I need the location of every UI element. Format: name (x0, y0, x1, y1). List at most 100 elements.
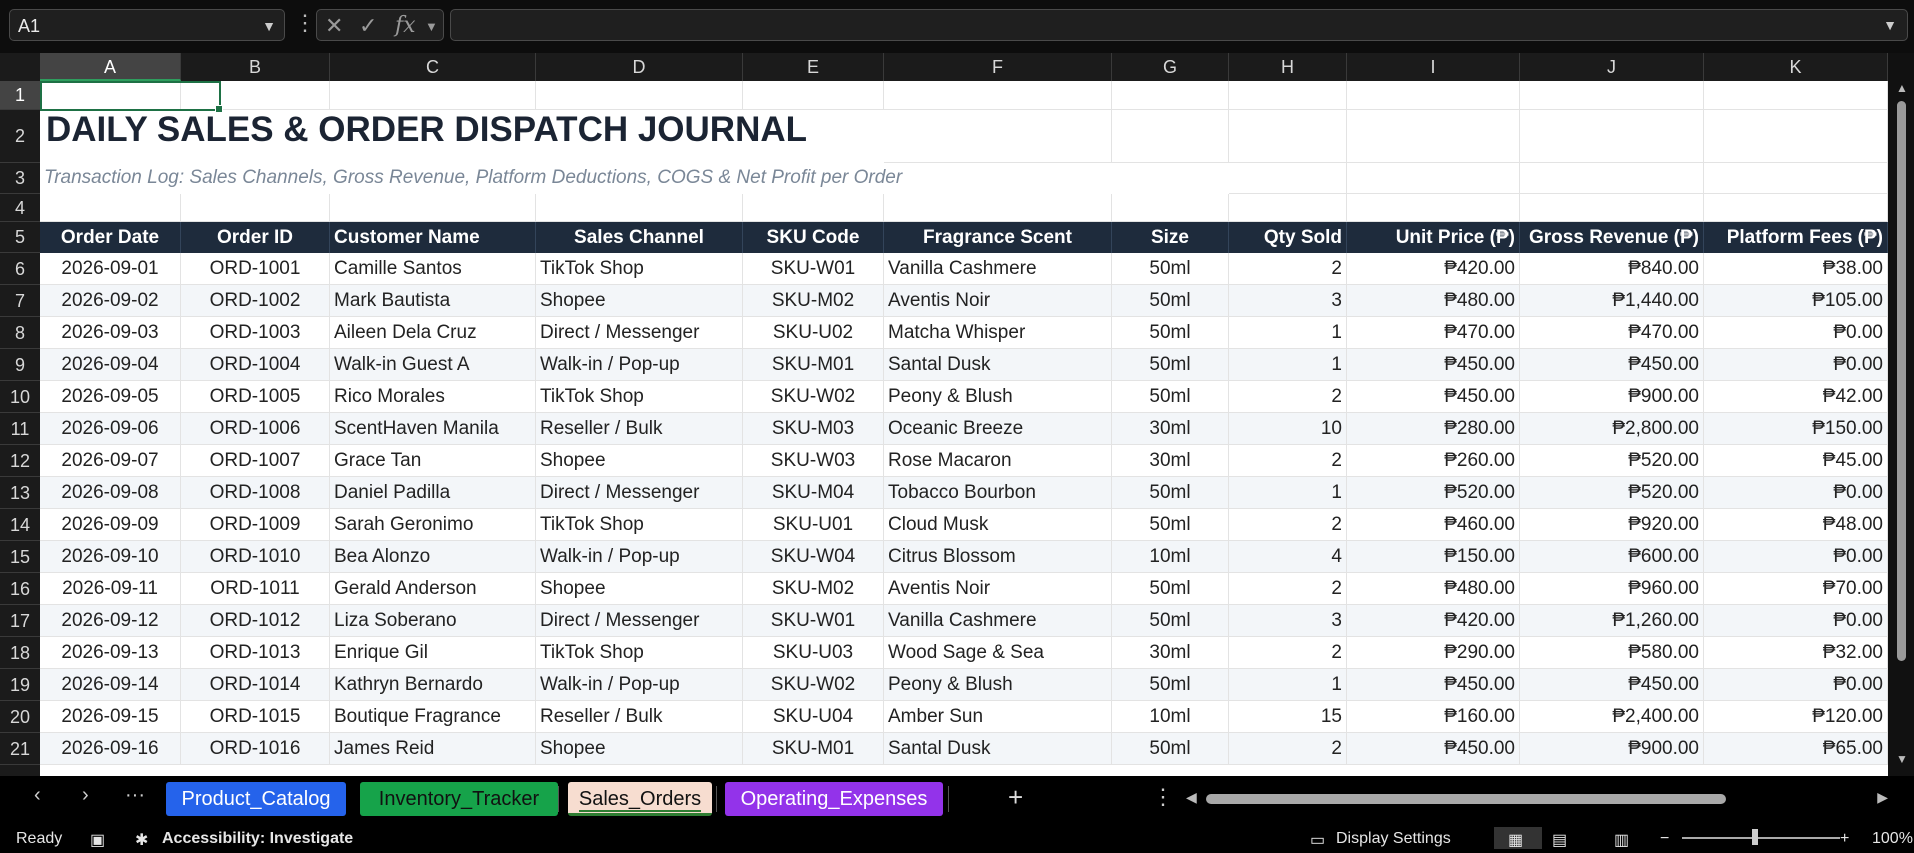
table-cell[interactable]: ₱470.00 (1520, 317, 1704, 349)
table-cell[interactable]: ₱450.00 (1347, 349, 1520, 381)
table-cell[interactable]: Rico Morales (330, 381, 536, 413)
cell-empty[interactable] (1347, 81, 1520, 110)
table-cell[interactable]: ₱48.00 (1704, 509, 1888, 541)
table-cell[interactable]: 2026-09-14 (40, 669, 181, 701)
table-cell[interactable]: Shopee (536, 733, 743, 765)
cell-empty[interactable] (1229, 110, 1347, 163)
table-cell[interactable]: 2 (1229, 573, 1347, 605)
table-cell[interactable]: ₱1,440.00 (1520, 285, 1704, 317)
table-cell[interactable]: ₱450.00 (1347, 669, 1520, 701)
add-sheet-icon[interactable]: + (1008, 782, 1023, 813)
table-cell[interactable]: ₱150.00 (1347, 541, 1520, 573)
sheet-tab-product-catalog[interactable]: Product_Catalog (166, 782, 346, 816)
cell-empty[interactable] (1520, 110, 1704, 163)
table-cell[interactable]: SKU-M01 (743, 349, 884, 381)
more-sheets-icon[interactable]: ··· (125, 784, 145, 807)
table-cell[interactable]: 2 (1229, 381, 1347, 413)
table-cell[interactable]: 50ml (1112, 285, 1229, 317)
zoom-slider[interactable] (1682, 837, 1840, 839)
cancel-icon[interactable]: ✕ (325, 13, 343, 39)
table-cell[interactable]: Wood Sage & Sea (884, 637, 1112, 669)
table-cell[interactable]: ORD-1012 (181, 605, 330, 637)
table-cell[interactable]: ₱260.00 (1347, 445, 1520, 477)
cell-empty[interactable] (330, 81, 536, 110)
table-cell[interactable]: ORD-1009 (181, 509, 330, 541)
table-cell[interactable]: Amber Sun (884, 701, 1112, 733)
table-cell[interactable]: Enrique Gil (330, 637, 536, 669)
table-cell[interactable]: ₱0.00 (1704, 477, 1888, 509)
table-cell[interactable]: TikTok Shop (536, 381, 743, 413)
table-cell[interactable]: Walk-in / Pop-up (536, 541, 743, 573)
table-cell[interactable]: Walk-in / Pop-up (536, 349, 743, 381)
table-cell[interactable]: 50ml (1112, 669, 1229, 701)
select-all-button[interactable] (0, 53, 40, 81)
cell-empty[interactable] (40, 194, 181, 222)
table-cell[interactable]: ₱920.00 (1520, 509, 1704, 541)
scroll-left-icon[interactable]: ◀ (1186, 789, 1197, 806)
table-cell[interactable]: 1 (1229, 669, 1347, 701)
table-cell[interactable]: ORD-1004 (181, 349, 330, 381)
cell-empty[interactable] (743, 81, 884, 110)
table-cell[interactable]: ₱580.00 (1520, 637, 1704, 669)
display-settings-button[interactable]: Display Settings (1336, 830, 1451, 848)
cell-empty[interactable] (743, 194, 884, 222)
row-header-14[interactable]: 14 (0, 509, 40, 541)
column-title[interactable]: Order Date (40, 222, 181, 253)
scroll-right-icon[interactable]: ▶ (1877, 789, 1888, 806)
column-header-g[interactable]: G (1112, 53, 1229, 81)
macro-record-icon[interactable]: ▣ (90, 830, 105, 850)
page-layout-view-icon[interactable]: ▤ (1552, 830, 1567, 850)
table-cell[interactable]: ₱520.00 (1520, 445, 1704, 477)
table-cell[interactable]: Cloud Musk (884, 509, 1112, 541)
table-cell[interactable]: 50ml (1112, 381, 1229, 413)
horizontal-scroll-thumb[interactable] (1206, 794, 1726, 804)
table-cell[interactable]: 2026-09-08 (40, 477, 181, 509)
cell-empty[interactable] (1704, 81, 1888, 110)
column-header-c[interactable]: C (330, 53, 536, 81)
table-cell[interactable]: ORD-1016 (181, 733, 330, 765)
table-cell[interactable]: Shopee (536, 285, 743, 317)
table-cell[interactable]: SKU-M03 (743, 413, 884, 445)
table-cell[interactable]: ₱0.00 (1704, 669, 1888, 701)
table-cell[interactable]: Peony & Blush (884, 381, 1112, 413)
table-cell[interactable]: SKU-U02 (743, 317, 884, 349)
table-cell[interactable]: 2026-09-15 (40, 701, 181, 733)
table-cell[interactable]: Direct / Messenger (536, 605, 743, 637)
column-title[interactable]: Customer Name (330, 222, 536, 253)
cell-empty[interactable] (1112, 110, 1229, 163)
cell-empty[interactable] (1112, 81, 1229, 110)
row-header-21[interactable]: 21 (0, 733, 40, 765)
more-options-icon[interactable]: ⋮ (1152, 784, 1174, 810)
table-cell[interactable]: ₱290.00 (1347, 637, 1520, 669)
cell-empty[interactable] (1229, 163, 1347, 194)
table-cell[interactable]: 2 (1229, 509, 1347, 541)
column-title[interactable]: Size (1112, 222, 1229, 253)
column-header-k[interactable]: K (1704, 53, 1888, 81)
table-cell[interactable]: 2026-09-13 (40, 637, 181, 669)
row-header-12[interactable]: 12 (0, 445, 40, 477)
table-cell[interactable]: ₱520.00 (1520, 477, 1704, 509)
row-header-20[interactable]: 20 (0, 701, 40, 733)
row-header-6[interactable]: 6 (0, 253, 40, 285)
table-cell[interactable]: 4 (1229, 541, 1347, 573)
row-header-19[interactable]: 19 (0, 669, 40, 701)
table-cell[interactable]: Oceanic Breeze (884, 413, 1112, 445)
table-cell[interactable]: 2026-09-16 (40, 733, 181, 765)
table-cell[interactable]: 2026-09-07 (40, 445, 181, 477)
column-header-e[interactable]: E (743, 53, 884, 81)
row-header-3[interactable]: 3 (0, 163, 40, 194)
column-header-j[interactable]: J (1520, 53, 1704, 81)
table-cell[interactable]: Direct / Messenger (536, 317, 743, 349)
table-cell[interactable]: ₱45.00 (1704, 445, 1888, 477)
table-cell[interactable]: ₱520.00 (1347, 477, 1520, 509)
table-cell[interactable]: Gerald Anderson (330, 573, 536, 605)
table-cell[interactable]: Grace Tan (330, 445, 536, 477)
column-title[interactable]: Fragrance Scent (884, 222, 1112, 253)
table-cell[interactable]: Sarah Geronimo (330, 509, 536, 541)
table-cell[interactable]: 2026-09-12 (40, 605, 181, 637)
table-cell[interactable]: Citrus Blossom (884, 541, 1112, 573)
table-cell[interactable]: 50ml (1112, 317, 1229, 349)
table-cell[interactable]: ORD-1003 (181, 317, 330, 349)
table-cell[interactable]: Tobacco Bourbon (884, 477, 1112, 509)
row-header-10[interactable]: 10 (0, 381, 40, 413)
